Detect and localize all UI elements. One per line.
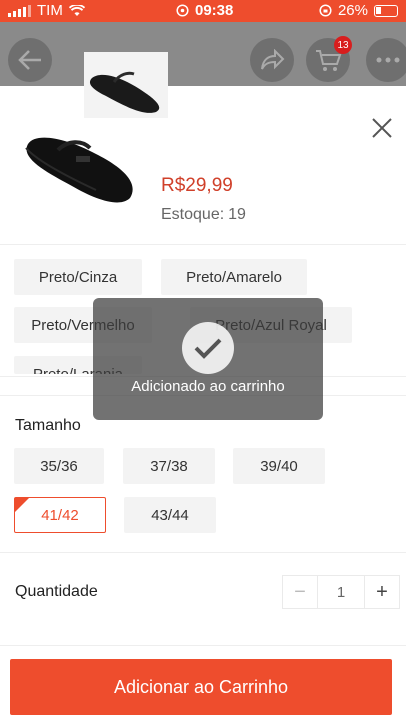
quantity-increase-button[interactable]: + [365, 576, 399, 608]
clock: 09:38 [195, 2, 234, 19]
divider [0, 645, 406, 646]
share-icon [261, 49, 285, 70]
selected-check-icon [15, 498, 29, 512]
quantity-decrease-button[interactable]: − [283, 576, 317, 608]
share-button[interactable] [250, 38, 294, 82]
more-button[interactable] [366, 38, 406, 82]
divider [0, 552, 406, 553]
signal-icon [8, 4, 31, 17]
rotation-lock-icon [319, 4, 332, 17]
more-icon [376, 57, 400, 63]
color-option-preto-cinza[interactable]: Preto/Cinza [14, 259, 142, 295]
product-price: R$29,99 [161, 175, 233, 196]
color-option-preto-amarelo[interactable]: Preto/Amarelo [161, 259, 307, 295]
size-option-label: 41/42 [41, 506, 79, 524]
battery-icon [374, 4, 398, 17]
flip-flop-image [89, 71, 160, 113]
size-option-37-38[interactable]: 37/38 [123, 448, 215, 484]
quantity-label: Quantidade [15, 583, 98, 600]
alarm-icon [176, 4, 189, 17]
size-option-39-40[interactable]: 39/40 [233, 448, 325, 484]
carrier-name: TIM [37, 2, 63, 19]
close-button[interactable] [364, 110, 400, 146]
add-to-cart-button[interactable]: Adicionar ao Carrinho [10, 659, 392, 715]
back-button[interactable] [8, 38, 52, 82]
check-circle-icon [182, 322, 234, 374]
quantity-value[interactable]: 1 [317, 576, 365, 608]
size-option-43-44[interactable]: 43/44 [124, 497, 216, 533]
quantity-stepper: − 1 + [282, 575, 400, 609]
size-option-41-42-selected[interactable]: 41/42 [14, 497, 106, 533]
stock-value: 19 [228, 206, 246, 223]
wifi-icon [68, 4, 85, 16]
size-label: Tamanho [15, 417, 81, 434]
status-right: 26% [319, 2, 398, 19]
product-thumbnail-small [84, 52, 168, 118]
status-left: TIM [8, 2, 85, 19]
back-arrow-icon [18, 50, 41, 70]
close-icon [372, 118, 392, 138]
size-option-35-36[interactable]: 35/36 [14, 448, 104, 484]
status-bar: TIM 09:38 26% [0, 0, 406, 22]
divider [0, 244, 406, 245]
toast-message: Adicionado ao carrinho [131, 378, 285, 395]
status-center: 09:38 [176, 2, 233, 19]
stock-label: Estoque: [161, 206, 225, 223]
battery-percent: 26% [337, 2, 368, 19]
checkmark-icon [194, 338, 222, 359]
product-header-overlay: 13 [0, 22, 406, 86]
flip-flop-image-large [25, 137, 133, 203]
cart-button[interactable]: 13 [306, 36, 352, 82]
stock-info: Estoque: 19 [161, 206, 246, 224]
cart-count-badge: 13 [334, 36, 352, 54]
product-image [16, 110, 144, 210]
added-to-cart-toast: Adicionado ao carrinho [93, 298, 323, 420]
